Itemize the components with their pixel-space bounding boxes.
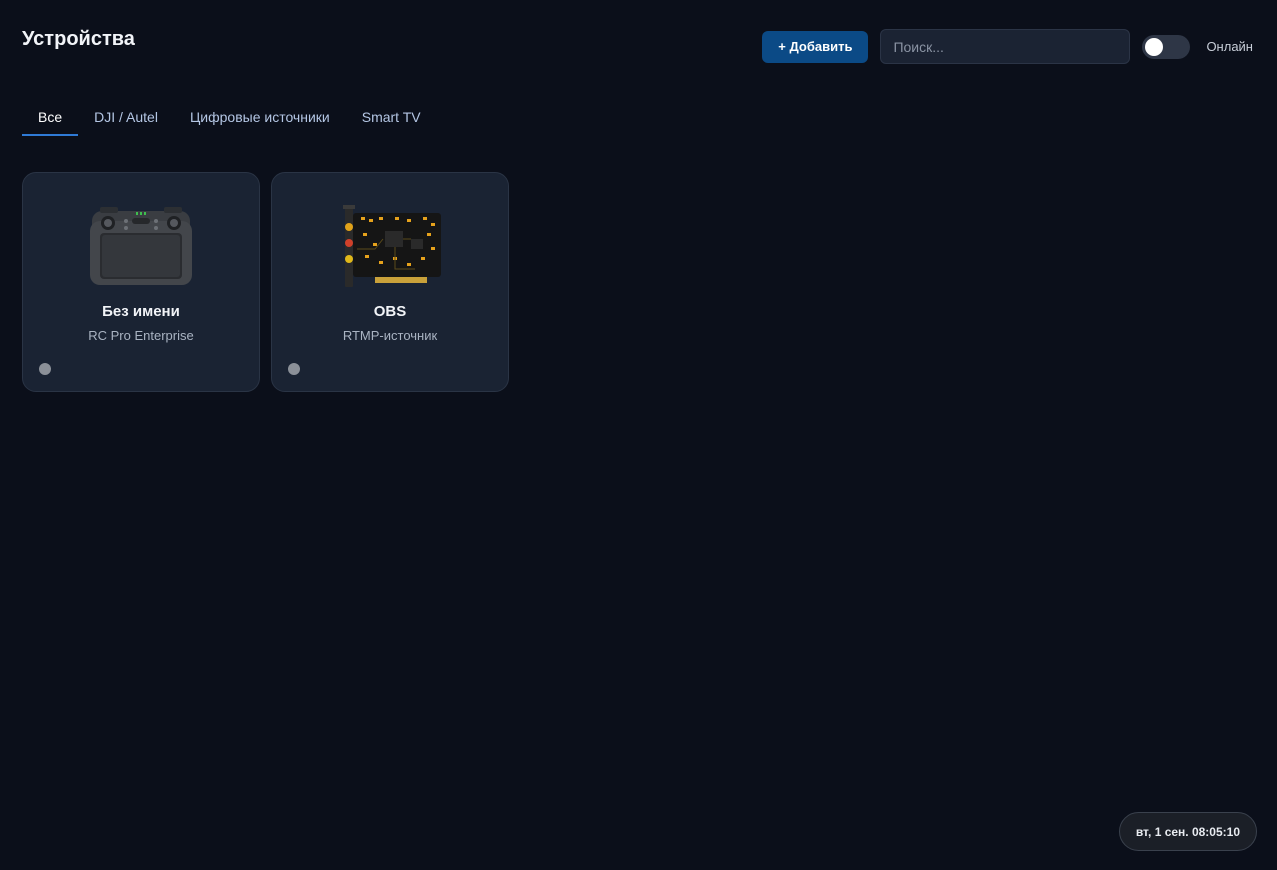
device-grid: Без имени RC Pro Enterprise OBS RTMP-ист… [22, 172, 509, 392]
toggle-knob [1145, 37, 1164, 56]
status-indicator [39, 363, 51, 375]
search-input[interactable] [880, 29, 1131, 64]
device-model: RTMP-источник [342, 328, 438, 343]
tab-all[interactable]: Все [22, 100, 79, 136]
tab-dji-autel[interactable]: DJI / Autel [78, 100, 174, 136]
page-title: Устройства [22, 28, 135, 50]
device-model: RC Pro Enterprise [88, 328, 194, 343]
online-toggle[interactable] [1142, 34, 1191, 59]
remote-controller-icon [90, 207, 192, 285]
toolbar: + Добавить Онлайн [762, 29, 1253, 64]
category-tabs: Все DJI / Autel Цифровые источники Smart… [22, 100, 437, 136]
status-indicator [288, 363, 300, 375]
devices-page: Устройства + Добавить Онлайн Все DJI / A… [0, 0, 1277, 870]
device-name: Без имени [102, 303, 180, 320]
tab-smart-tv[interactable]: Smart TV [346, 100, 437, 136]
add-device-button[interactable]: + Добавить [762, 30, 869, 63]
device-card[interactable]: OBS RTMP-источник [271, 172, 509, 392]
device-card[interactable]: Без имени RC Pro Enterprise [22, 172, 260, 392]
device-name: OBS [373, 303, 407, 320]
capture-card-icon [343, 205, 441, 287]
online-toggle-label: Онлайн [1206, 39, 1253, 54]
tab-digital-sources[interactable]: Цифровые источники [174, 100, 346, 136]
clock-badge: вт, 1 сен. 08:05:10 [1118, 812, 1257, 851]
